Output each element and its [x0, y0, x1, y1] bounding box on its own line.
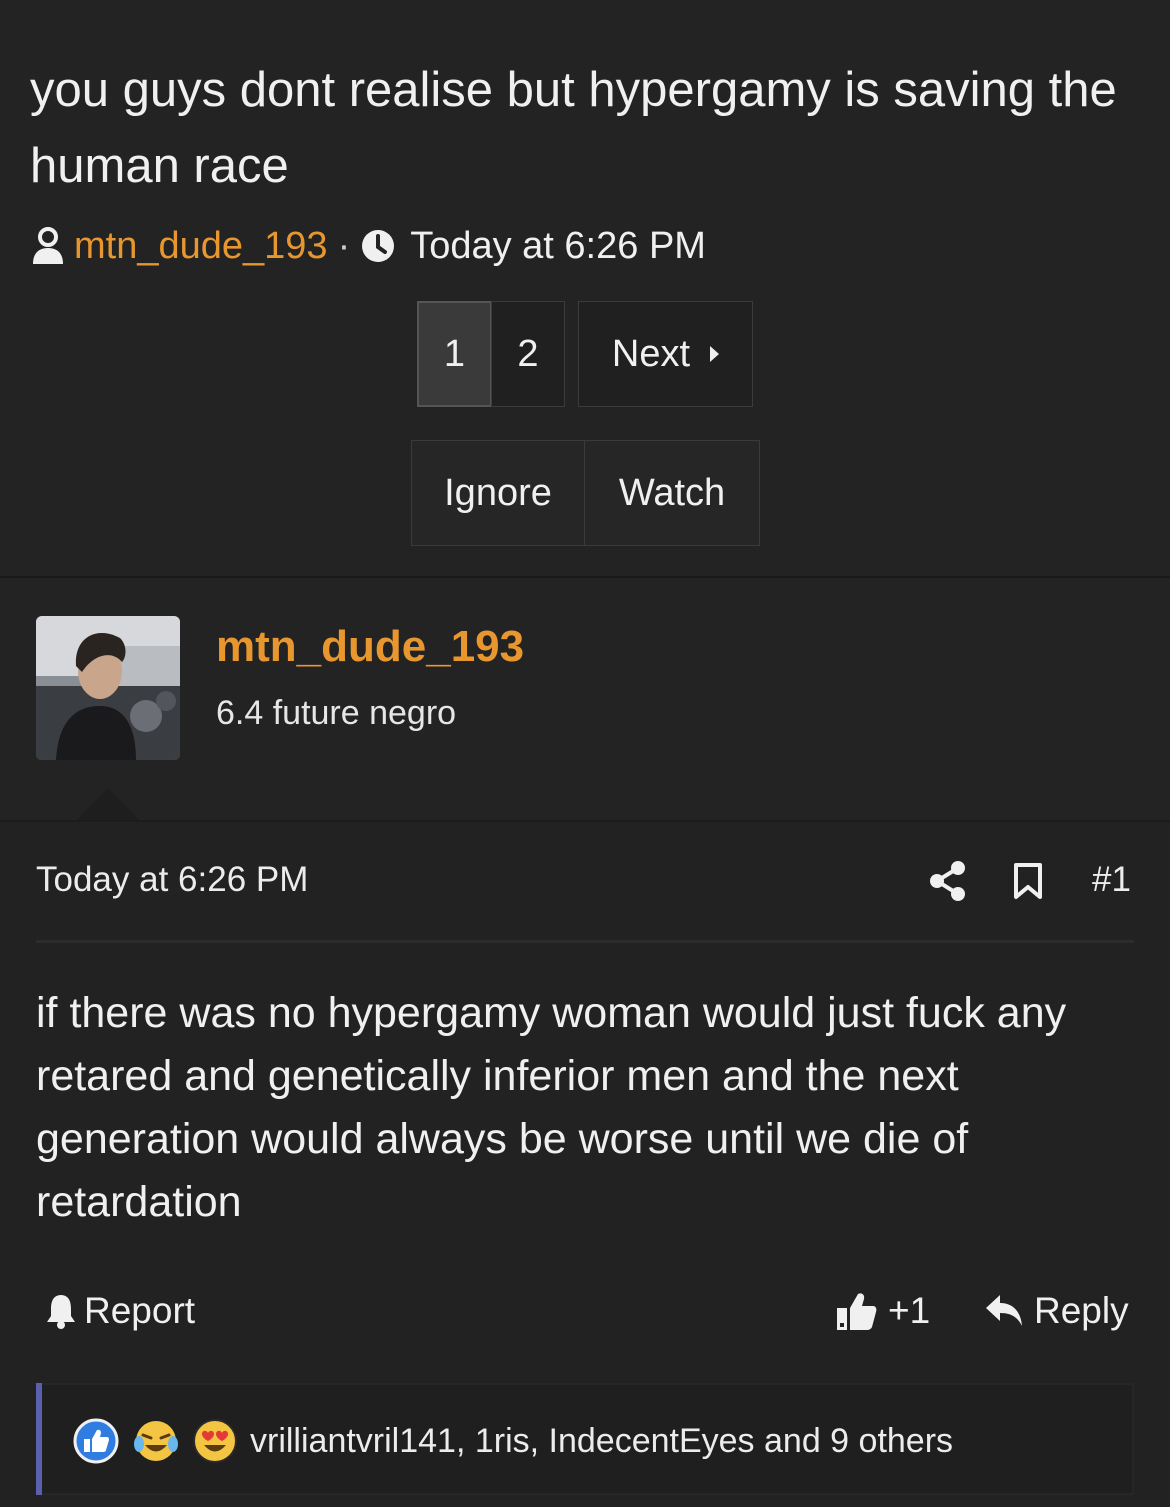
thumbs-up-icon [837, 1293, 877, 1330]
reply-icon [986, 1295, 1022, 1326]
caret-right-icon [710, 346, 720, 362]
reply-label: Reply [1034, 1290, 1129, 1331]
share-icon[interactable] [928, 860, 968, 902]
next-page-button[interactable]: Next [578, 301, 753, 407]
post-body: if there was no hypergamy woman would ju… [36, 989, 1067, 1226]
avatar-image [36, 616, 180, 760]
meta-separator: · [337, 224, 351, 267]
user-avatar[interactable] [36, 616, 180, 760]
watch-button[interactable]: Watch [584, 440, 760, 546]
thread-date-link[interactable]: Today at 6:26 PM [410, 225, 706, 268]
heart-eyes-reaction-icon [193, 1419, 237, 1463]
bookmark-icon[interactable] [1010, 862, 1046, 900]
user-title: 6.4 future negro [216, 694, 457, 732]
thread-author-link[interactable]: mtn_dude_193 [74, 225, 328, 268]
post-number-link[interactable]: #1 [1092, 860, 1131, 900]
page-1-label: 1 [443, 332, 466, 375]
page-2-button[interactable]: 2 [491, 301, 565, 407]
ignore-label: Ignore [444, 471, 552, 514]
bell-icon [47, 1295, 75, 1329]
next-label: Next [611, 332, 691, 375]
clock-icon [362, 230, 395, 262]
report-label: Report [84, 1290, 196, 1331]
thread-title: you guys dont realise but hypergamy is s… [30, 63, 1117, 193]
user-panel-caret [76, 788, 140, 821]
post-username-link[interactable]: mtn_dude_193 [216, 622, 524, 672]
user-icon [33, 227, 63, 264]
thread-meta: mtn_dude_193 · Today at 6:26 PM [30, 222, 706, 270]
post-header-rule [36, 940, 1134, 943]
like-reaction-icon [73, 1418, 119, 1464]
report-button[interactable]: Report [44, 1288, 195, 1334]
like-button[interactable]: +1 [834, 1288, 930, 1334]
reactions-summary-link[interactable]: vrilliantvril141, 1ris, IndecentEyes and… [250, 1418, 953, 1464]
laugh-cry-reaction-icon [134, 1421, 178, 1461]
ignore-button[interactable]: Ignore [411, 440, 585, 546]
reply-button[interactable]: Reply [984, 1288, 1129, 1334]
like-count: +1 [888, 1290, 931, 1331]
post-date-link[interactable]: Today at 6:26 PM [36, 860, 308, 900]
watch-label: Watch [618, 471, 726, 514]
page-1-button[interactable]: 1 [417, 301, 492, 407]
page-2-label: 2 [517, 332, 539, 375]
reactions-accent-bar [36, 1383, 42, 1495]
